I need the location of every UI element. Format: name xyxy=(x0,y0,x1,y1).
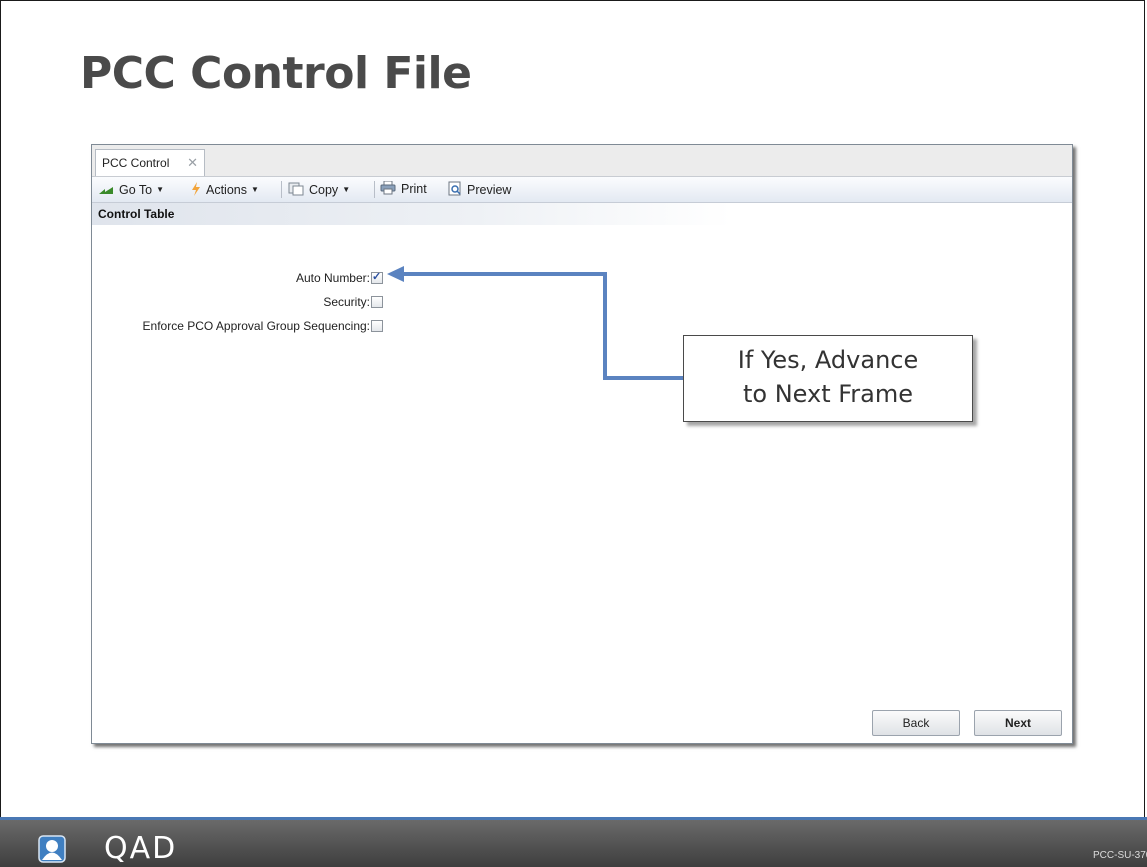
preview-label: Preview xyxy=(467,183,512,197)
copy-dropdown-icon: ▼ xyxy=(342,185,351,194)
tab-pcc-control[interactable]: PCC Control ✕ xyxy=(95,149,205,176)
slide-code: PCC-SU-370 xyxy=(1093,850,1147,861)
app-window: PCC Control ✕ Go To ▼ Actions ▼ Copy ▼ Prin… xyxy=(91,144,1073,744)
callout-line-1: If Yes, Advance xyxy=(737,346,919,374)
checkmark-icon: ✓ xyxy=(372,271,382,283)
enforce-pco-approval-checkbox[interactable] xyxy=(371,320,383,332)
callout-box: If Yes, Advance to Next Frame xyxy=(683,335,973,422)
callout-line-2: to Next Frame xyxy=(742,380,914,408)
copy-icon xyxy=(288,182,304,196)
toolbar-divider xyxy=(374,181,375,198)
logo-text: QAD xyxy=(104,831,178,866)
tab-strip: PCC Control ✕ xyxy=(92,145,1072,177)
section-header: Control Table xyxy=(92,203,732,225)
goto-dropdown-icon: ▼ xyxy=(156,185,165,194)
slide-title: PCC Control File xyxy=(80,48,472,99)
actions-button[interactable]: Actions ▼ xyxy=(191,181,259,198)
goto-label: Go To xyxy=(119,183,153,197)
actions-dropdown-icon: ▼ xyxy=(251,185,259,194)
actions-lightning-icon xyxy=(192,182,200,196)
preview-icon xyxy=(448,181,461,196)
toolbar-divider xyxy=(281,181,282,198)
tab-label: PCC Control xyxy=(102,156,170,170)
next-button[interactable]: Next xyxy=(974,710,1062,736)
copy-button[interactable]: Copy ▼ xyxy=(288,181,350,198)
qad-logo-icon xyxy=(38,835,66,863)
security-checkbox[interactable] xyxy=(371,296,383,308)
preview-button[interactable]: Preview xyxy=(448,181,511,198)
security-label: Security: xyxy=(323,295,370,309)
goto-arrow-icon xyxy=(99,187,113,194)
auto-number-checkbox[interactable]: ✓ xyxy=(371,271,383,284)
print-button[interactable]: Print xyxy=(380,181,427,198)
auto-number-label: Auto Number: xyxy=(295,271,370,285)
back-button[interactable]: Back xyxy=(872,710,960,736)
print-label: Print xyxy=(401,182,427,196)
toolbar: Go To ▼ Actions ▼ Copy ▼ Print Preview xyxy=(92,177,1072,203)
printer-icon xyxy=(380,181,396,195)
goto-button[interactable]: Go To ▼ xyxy=(98,181,164,198)
copy-label: Copy xyxy=(309,183,339,197)
close-icon[interactable]: ✕ xyxy=(187,150,198,176)
actions-label: Actions xyxy=(206,183,247,197)
enforce-pco-approval-label: Enforce PCO Approval Group Sequencing: xyxy=(142,319,370,333)
